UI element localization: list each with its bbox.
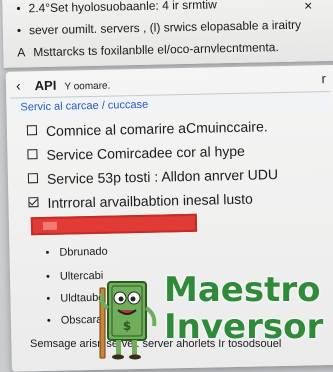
top-line-text: 2.4°Set hyolosuobaanle: 4 ir srmtiw [28,0,217,16]
top-line-1: • 2.4°Set hyolosuobaanle: 4 ir srmtiw [16,0,217,16]
bullet-glyph: • [45,246,50,259]
brand-wordmark: Maestro Inversor [164,272,323,346]
bullet-glyph: A [17,45,26,60]
top-card: • 2.4°Set hyolosuobaanle: 4 ir srmtiw • se… [1,0,333,68]
checkbox-checked[interactable] [28,197,39,208]
brand-line-1: Maestro [164,270,321,310]
list-item-text: Dbrunado [59,245,108,259]
option-label: Service 53p tosti : Alldon anrver UDU [46,166,279,187]
back-chevron-icon[interactable]: ‹ [16,77,21,93]
top-line-3: A Msttarcks ts foxilanblle el/oco-arnvlec… [17,40,279,59]
checkbox[interactable] [27,173,39,184]
checkbox[interactable] [26,125,38,136]
error-input-bar[interactable] [30,213,198,236]
option-label: Service Comircadee cor al hype [46,142,246,163]
option-row[interactable]: Comnice al comarire aCmuinccaire. [26,118,268,139]
top-line-text: Msttarcks ts foxilanblle el/oco-arnvlecn… [33,40,279,60]
service-select[interactable]: Servic al carcae / cuccase [10,90,331,117]
list-item: • Ultercabi [46,270,104,283]
list-item: • Dbrunado [45,246,107,259]
close-icon[interactable]: × [304,0,313,14]
brand-line-2: Inversor [164,307,324,347]
panel-subtitle: Y oomare. [64,80,111,93]
bullet-glyph: • [16,1,21,16]
list-item: • Obscara [47,314,103,327]
bullet-glyph: • [46,292,51,305]
bullet-glyph: • [45,270,51,283]
svg-text:$: $ [123,319,131,333]
top-line-text: sever oumilt. servers , (l) srwics elopa… [28,17,302,38]
option-row[interactable]: Intrroral arvailbabtion inesal lusto [28,191,253,212]
top-line-2: • sever oumilt. servers , (l) srwics elop… [17,18,302,38]
checkbox[interactable] [27,149,38,160]
panel-title: API [34,77,57,94]
bullet-glyph: • [16,23,22,38]
corner-icon[interactable]: r [321,71,326,86]
banknote-mascot-icon: $ [99,281,157,360]
option-label: Intrroral arvailbabtion inesal lusto [47,190,254,211]
maestro-inversor-logo: $ Maestro Inversor [96,268,333,360]
bullet-glyph: • [46,314,51,327]
option-row[interactable]: Service 53p tosti : Alldon anrver UDU [27,166,279,187]
service-select-label: Servic al carcae / cuccase [20,98,149,114]
option-label: Comnice al comarire aCmuinccaire. [45,118,268,139]
option-row[interactable]: Service Comircadee cor al hype [27,143,245,164]
error-bar-highlight [42,221,58,231]
panel-header: ‹ API Y oomare. [16,76,111,94]
